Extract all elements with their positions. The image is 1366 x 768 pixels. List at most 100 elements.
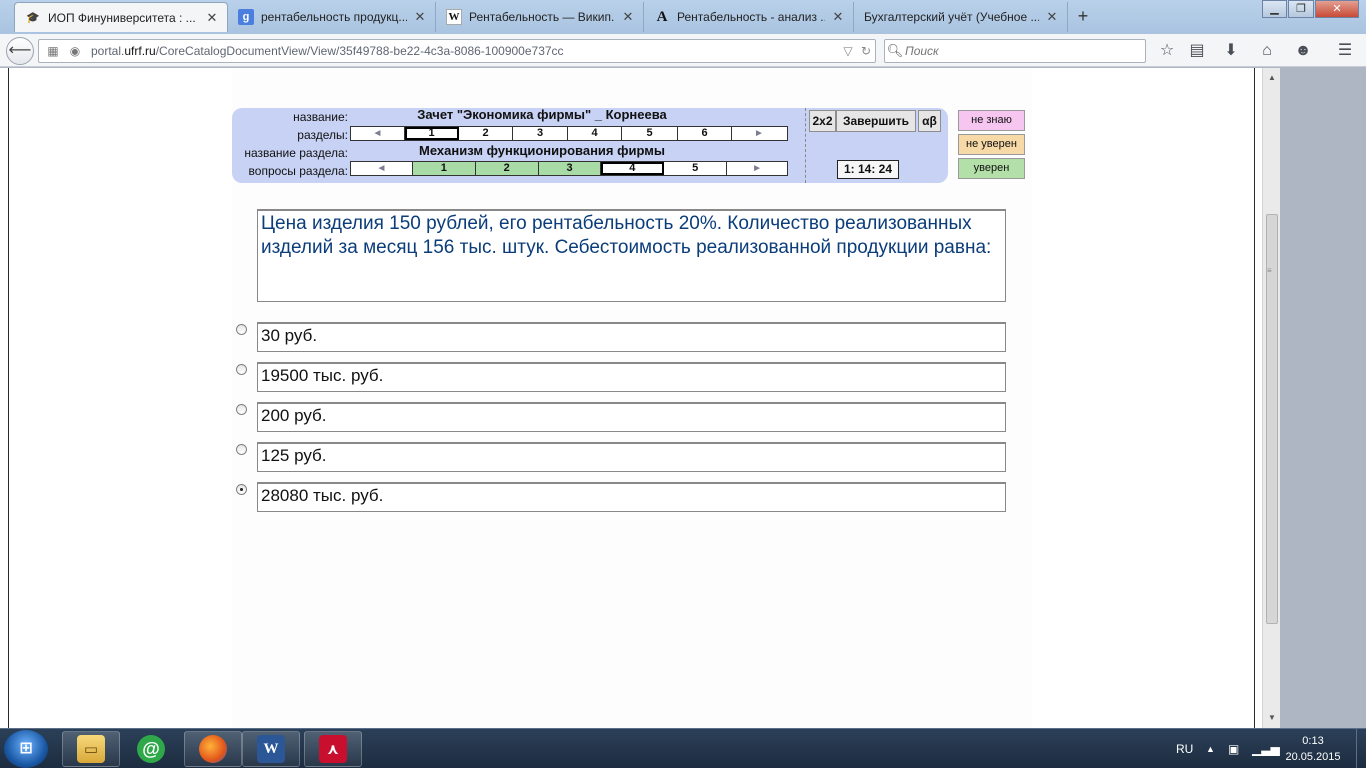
search-icon: 🔍︎ — [886, 43, 904, 58]
test-timer: 1: 14: 24 — [837, 160, 899, 179]
close-window-button[interactable]: ✕ — [1315, 0, 1359, 18]
answer-option-5[interactable]: 28080 тыс. руб. — [257, 482, 1006, 512]
word-icon: W — [257, 735, 285, 763]
chat-smiley-icon[interactable]: ☻ — [1292, 41, 1314, 61]
search-input[interactable] — [905, 44, 1135, 58]
answer-option-2[interactable]: 19500 тыс. руб. — [257, 362, 1006, 392]
section-button-3[interactable]: 3 — [513, 127, 568, 140]
mail-agent-icon: @ — [137, 735, 165, 763]
restore-button[interactable]: ❐ — [1288, 0, 1314, 18]
windows-taskbar: ⊞ ▭ @ W ⋏ RU ▲ ▣ ▁▃▅ 0:13 20.05.2015 — [0, 728, 1366, 768]
vertical-scrollbar[interactable]: ▲ ≡ ▼ — [1262, 68, 1280, 728]
sections-prev-arrow-icon[interactable]: ◄ — [351, 127, 405, 140]
window-background — [1280, 68, 1366, 728]
download-icon[interactable]: ⬇ — [1220, 41, 1242, 61]
section-button-4[interactable]: 4 — [568, 127, 622, 140]
tray-expand-icon[interactable]: ▲ — [1206, 729, 1215, 768]
taskbar-word[interactable]: W — [242, 731, 300, 767]
sure-button[interactable]: уверен — [958, 158, 1025, 179]
url-prefix: portal. — [91, 44, 125, 58]
section-button-2[interactable]: 2 — [459, 127, 513, 140]
answer-option-4[interactable]: 125 руб. — [257, 442, 1006, 472]
taskbar-acrobat[interactable]: ⋏ — [304, 731, 362, 767]
tray-device-icon[interactable]: ▣ — [1228, 729, 1239, 768]
questions-next-arrow-icon[interactable]: ► — [727, 162, 787, 175]
url-domain: ufrf.ru — [124, 44, 156, 58]
tab-iop-finuniversity[interactable]: 🎓 ИОП Финуниверситета : ... ✕ — [14, 2, 228, 32]
firefox-icon — [199, 735, 227, 763]
not-sure-button[interactable]: не уверен — [958, 134, 1025, 155]
question-button-2[interactable]: 2 — [475, 162, 539, 175]
search-box[interactable]: 🔍︎ — [884, 39, 1146, 63]
bookmarks-icon[interactable]: ▦ — [45, 44, 61, 58]
address-bar[interactable]: ▦ ◉ portal.ufrf.ru/CoreCatalogDocumentVi… — [38, 39, 876, 63]
panel-divider — [805, 108, 806, 183]
graduation-cap-icon: 🎓 — [26, 12, 40, 24]
sections-next-arrow-icon[interactable]: ► — [732, 127, 786, 140]
dropdown-arrow-icon[interactable]: ▽ — [839, 44, 857, 58]
label-test-name: название: — [293, 110, 348, 124]
tab-title: ИОП Финуниверситета : ... — [48, 10, 196, 25]
tab-strip: 🎓 ИОП Финуниверситета : ... ✕ g рентабел… — [0, 0, 1366, 34]
reload-icon[interactable]: ↻ — [857, 44, 875, 58]
minimize-button[interactable]: ▁ — [1262, 0, 1287, 18]
question-button-3[interactable]: 3 — [538, 162, 602, 175]
tab-profitability-analysis[interactable]: A Рентабельность - анализ ... ✕ — [644, 2, 854, 32]
finish-test-button[interactable]: Завершить — [836, 110, 916, 132]
answer-radio-3[interactable] — [236, 404, 247, 415]
home-icon[interactable]: ⌂ — [1256, 41, 1278, 61]
menu-icon[interactable]: ☰ — [1334, 41, 1356, 61]
wikipedia-icon: W — [446, 9, 462, 25]
clock-time: 0:13 — [1302, 735, 1324, 747]
navigation-toolbar: ⟵ ▦ ◉ portal.ufrf.ru/CoreCatalogDocument… — [0, 34, 1366, 67]
answer-option-3[interactable]: 200 руб. — [257, 402, 1006, 432]
section-button-5[interactable]: 5 — [622, 127, 678, 140]
taskbar-mail-agent[interactable]: @ — [122, 731, 180, 767]
show-desktop-button[interactable] — [1356, 729, 1366, 768]
fifty-fifty-button[interactable]: 2x2 — [809, 110, 836, 132]
alpha-beta-button[interactable]: αβ — [918, 110, 941, 132]
question-button-5[interactable]: 5 — [664, 162, 728, 175]
tab-accounting[interactable]: Бухгалтерский учёт (Учебное ... ✕ — [854, 2, 1068, 32]
close-tab-icon[interactable]: ✕ — [621, 9, 635, 25]
file-explorer-icon: ▭ — [77, 735, 105, 763]
page-left-border — [8, 68, 9, 728]
question-body: Цена изделия 150 рублей, его рентабельно… — [261, 213, 992, 258]
answer-radio-5[interactable] — [236, 484, 247, 495]
tab-google-search[interactable]: g рентабельность продукц... ✕ — [228, 2, 436, 32]
taskbar-firefox[interactable] — [184, 731, 242, 767]
close-tab-icon[interactable]: ✕ — [831, 9, 845, 25]
tab-title: Рентабельность - анализ ... — [677, 10, 825, 24]
sections-navigator: ◄ 123456 ► — [350, 126, 788, 141]
question-button-1[interactable]: 1 — [412, 162, 476, 175]
url-text[interactable]: portal.ufrf.ru/CoreCatalogDocumentView/V… — [91, 44, 839, 58]
answer-radio-4[interactable] — [236, 444, 247, 455]
section-button-6[interactable]: 6 — [678, 127, 732, 140]
close-tab-icon[interactable]: ✕ — [205, 10, 219, 26]
language-indicator[interactable]: RU — [1176, 729, 1193, 768]
windows-start-icon[interactable]: ⊞ — [4, 730, 48, 768]
section-button-1[interactable]: 1 — [405, 127, 459, 140]
dont-know-button[interactable]: не знаю — [958, 110, 1025, 131]
scroll-down-arrow-icon[interactable]: ▼ — [1263, 710, 1281, 726]
tab-wikipedia[interactable]: W Рентабельность — Викип... ✕ — [436, 2, 644, 32]
new-tab-button[interactable]: + — [1074, 5, 1092, 27]
reading-list-icon[interactable]: ▤ — [1186, 41, 1208, 61]
label-section-name: название раздела: — [244, 146, 348, 160]
close-tab-icon[interactable]: ✕ — [413, 9, 427, 25]
label-sections: разделы: — [297, 128, 348, 142]
answer-radio-1[interactable] — [236, 324, 247, 335]
scrollbar-thumb[interactable] — [1266, 214, 1278, 624]
question-button-4[interactable]: 4 — [601, 162, 665, 175]
close-tab-icon[interactable]: ✕ — [1045, 9, 1059, 25]
system-clock[interactable]: 0:13 20.05.2015 — [1280, 733, 1346, 765]
answer-radio-2[interactable] — [236, 364, 247, 375]
tab-title: Бухгалтерский учёт (Учебное ... — [864, 10, 1039, 24]
taskbar-file-explorer[interactable]: ▭ — [62, 731, 120, 767]
scroll-up-arrow-icon[interactable]: ▲ — [1263, 70, 1281, 86]
star-bookmark-icon[interactable]: ☆ — [1156, 41, 1178, 61]
questions-prev-arrow-icon[interactable]: ◄ — [351, 162, 413, 175]
back-button[interactable]: ⟵ — [6, 37, 34, 65]
network-signal-icon[interactable]: ▁▃▅ — [1252, 729, 1280, 768]
answer-option-1[interactable]: 30 руб. — [257, 322, 1006, 352]
